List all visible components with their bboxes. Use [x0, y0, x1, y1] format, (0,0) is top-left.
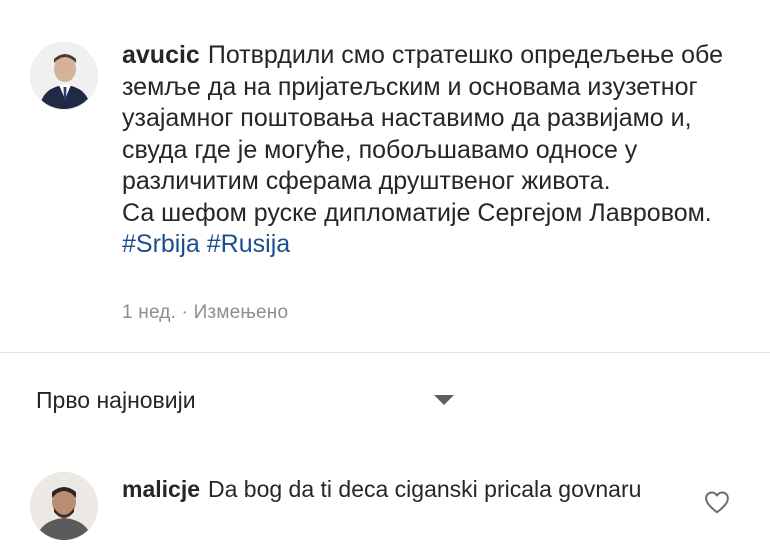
caption-second-paragraph: Са шефом руске дипломатије Сергејом Лавр…: [122, 198, 712, 227]
hashtag-rusija[interactable]: #Rusija: [207, 230, 290, 258]
commenter-avatar[interactable]: [30, 472, 98, 540]
hashtag-srbija[interactable]: #Srbija: [122, 230, 200, 258]
comment-text-area: malicje Da bog da ti deca ciganski prical…: [122, 474, 662, 505]
comment-body: Da bog da ti deca ciganski pricala govna…: [208, 476, 642, 502]
edited-label: Измењено: [193, 302, 289, 323]
post-meta: 1 нед. · Измењено: [122, 302, 288, 324]
author-avatar[interactable]: [30, 42, 98, 110]
heart-icon[interactable]: [704, 490, 730, 514]
caption-body: Потврдили смо стратешко опредељење обе з…: [122, 41, 723, 195]
caption-text-area: avucic Потврдили смо стратешко опредељење…: [122, 40, 742, 261]
section-divider: [0, 352, 770, 353]
post-time[interactable]: 1 нед.: [122, 302, 176, 323]
meta-separator: ·: [181, 302, 189, 323]
chevron-down-icon: [434, 395, 454, 405]
commenter-username[interactable]: malicje: [122, 476, 200, 502]
sort-label: Прво најновији: [36, 387, 196, 413]
comment-sort-dropdown[interactable]: Прво најновији: [36, 384, 466, 416]
author-username[interactable]: avucic: [122, 41, 200, 69]
